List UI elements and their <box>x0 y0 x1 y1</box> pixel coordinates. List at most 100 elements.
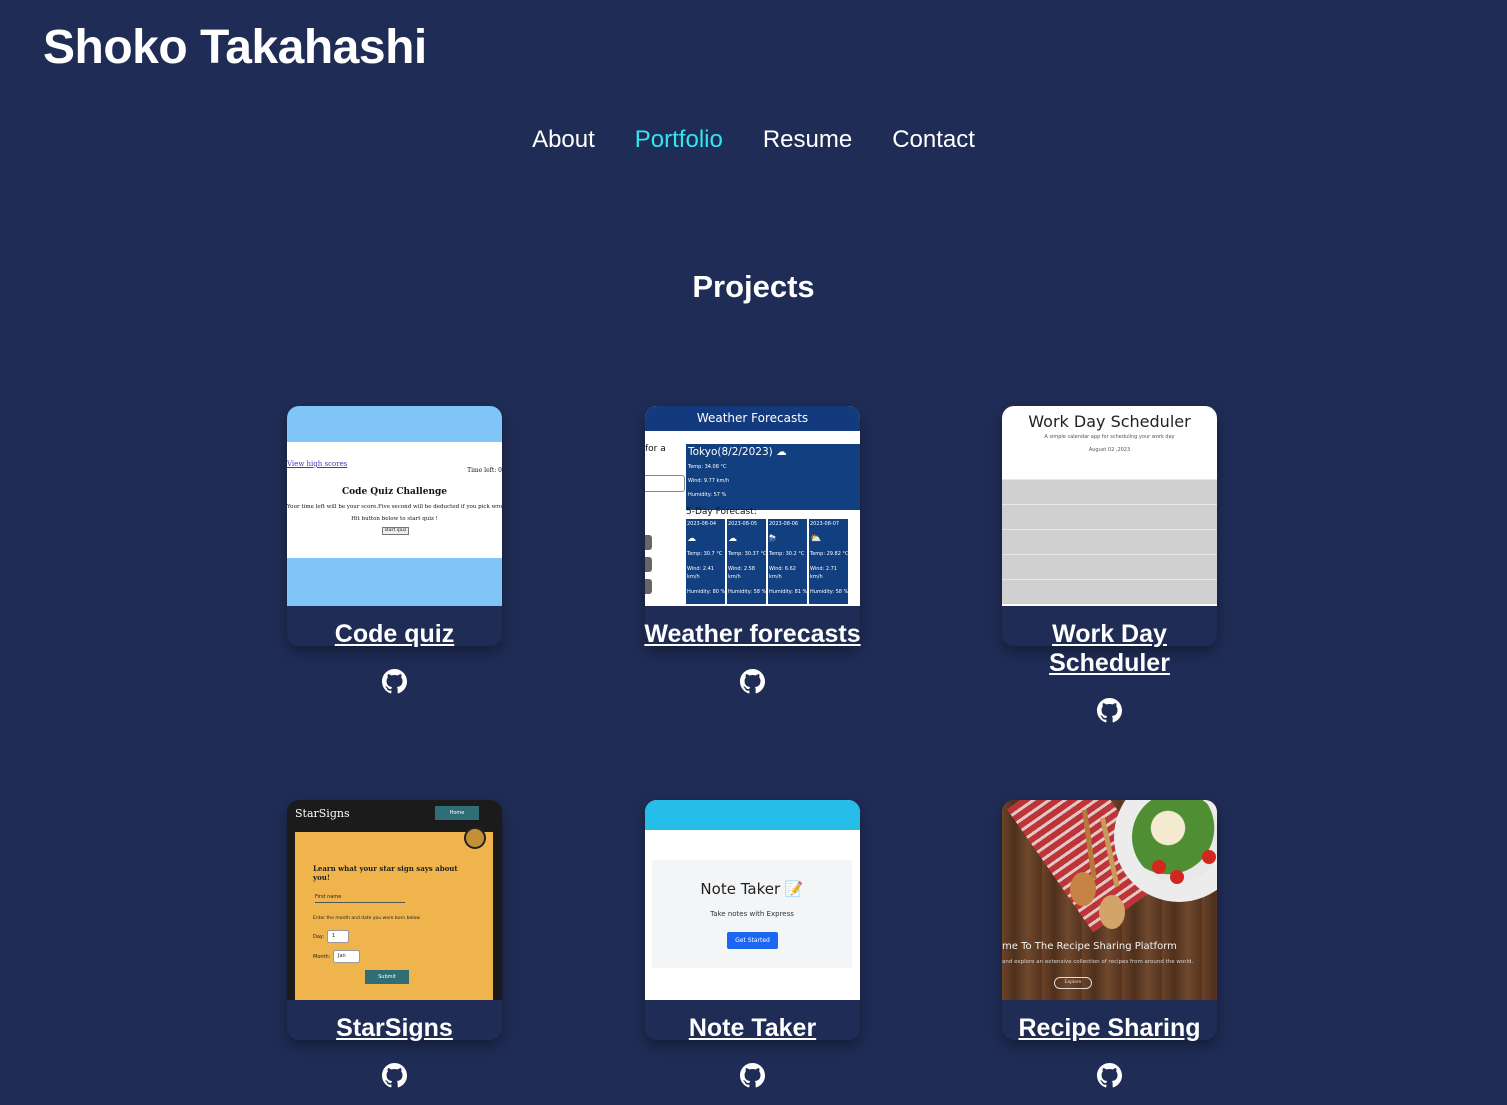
main-nav: About Portfolio Resume Contact <box>0 124 1507 156</box>
card-box: me To The Recipe Sharing Platform and ex… <box>1002 800 1217 1040</box>
forecast-humidity: Humidity: 81 % <box>769 589 808 595</box>
quiz-text: Your time left will be your score.Five s… <box>287 504 502 510</box>
project-title-link[interactable]: Code quiz <box>247 620 542 649</box>
time-block <box>1002 529 1217 554</box>
project-screenshot[interactable]: Weather Forecasts for a Tokyo(8/2/2023) … <box>645 406 860 606</box>
search-input <box>645 475 685 492</box>
project-card: Weather Forecasts for a Tokyo(8/2/2023) … <box>644 406 861 694</box>
time-block <box>1002 554 1217 579</box>
note-jumbotron: Note Taker 📝 Take notes with Express Get… <box>652 860 852 968</box>
tomato <box>1202 850 1216 864</box>
tomato <box>1152 860 1166 874</box>
forecast-unit: km/h <box>810 574 823 580</box>
project-title-link[interactable]: Note Taker <box>605 1014 900 1043</box>
forecast-date: 2023-08-06 <box>769 521 799 527</box>
github-icon[interactable] <box>1097 1063 1122 1088</box>
project-card: View high scores Time left: 0 Code Quiz … <box>287 406 502 694</box>
forecast-day: 2023-08-07 ⛅ Temp: 29.82 °C Wind: 2.71 k… <box>809 519 849 604</box>
nav-about[interactable]: About <box>532 124 595 156</box>
form-question: Learn what your star sign says about you… <box>313 864 458 882</box>
wooden-spoon <box>1099 895 1125 929</box>
note-navbar <box>645 800 860 830</box>
zodiac-badge-icon <box>464 827 486 849</box>
forecast-day: 2023-08-04 ☁ Temp: 30.7 °C Wind: 2.41 km… <box>686 519 725 604</box>
current-weather: Tokyo(8/2/2023) ☁ Temp: 34.08 °C Wind: 9… <box>686 444 860 510</box>
project-screenshot[interactable]: View high scores Time left: 0 Code Quiz … <box>287 406 502 606</box>
project-screenshot[interactable]: Note Taker 📝 Take notes with Express Get… <box>645 800 860 1000</box>
card-box: View high scores Time left: 0 Code Quiz … <box>287 406 502 646</box>
month-select: Jan <box>333 950 360 963</box>
card-box: StarSigns Home Learn what your star sign… <box>287 800 502 1040</box>
forecast-unit: km/h <box>687 574 700 580</box>
project-screenshot[interactable]: me To The Recipe Sharing Platform and ex… <box>1002 800 1217 1000</box>
forecast-wind: Wind: 2.58 <box>728 566 755 572</box>
home-button: Home <box>435 806 479 820</box>
submit-button: Submit <box>365 970 409 984</box>
nav-portfolio[interactable]: Portfolio <box>635 124 723 156</box>
forecast-unit: km/h <box>728 574 741 580</box>
site-title: Shoko Takahashi <box>43 21 427 74</box>
nav-resume[interactable]: Resume <box>763 124 852 156</box>
history-button <box>645 557 652 572</box>
project-title-link[interactable]: StarSigns <box>247 1014 542 1043</box>
recipe-heading: me To The Recipe Sharing Platform <box>1002 941 1177 952</box>
forecast-temp: Temp: 30.37 °C <box>728 551 767 557</box>
day-select: 1 <box>327 930 349 943</box>
forecast-label: 5-Day Forecast: <box>686 507 757 517</box>
forecast-wind: Wind: 2.71 <box>810 566 837 572</box>
history-button <box>645 535 652 550</box>
card-box: Note Taker 📝 Take notes with Express Get… <box>645 800 860 1040</box>
section-title: Projects <box>692 269 815 304</box>
wind-text: Wind: 9.77 km/h <box>688 478 730 484</box>
form-instructions: Enter the month and date you were born b… <box>313 916 420 921</box>
cloud-icon: ☁ <box>728 534 737 544</box>
forecast-temp: Temp: 29.82 °C <box>810 551 849 557</box>
quiz-text: Hit button below to start quiz ! <box>351 516 438 522</box>
rain-cloud-icon: ⛈ <box>769 534 777 544</box>
project-card: me To The Recipe Sharing Platform and ex… <box>1002 800 1217 1088</box>
nav-contact[interactable]: Contact <box>892 124 975 156</box>
forecast-humidity: Humidity: 58 % <box>728 589 767 595</box>
form-panel: Learn what your star sign says about you… <box>295 832 493 1000</box>
scheduler-date: August 02 ,2023 <box>1088 447 1131 453</box>
time-block <box>1002 504 1217 529</box>
forecast-days: 2023-08-04 ☁ Temp: 30.7 °C Wind: 2.41 km… <box>686 519 860 604</box>
forecast-wind: Wind: 2.41 <box>687 566 714 572</box>
project-title-link[interactable]: Weather forecasts <box>605 620 900 649</box>
high-scores-link: View high scores <box>287 460 348 468</box>
project-title-link[interactable]: Work Day Scheduler <box>1002 620 1217 678</box>
forecast-day: 2023-08-05 ☁ Temp: 30.37 °C Wind: 2.58 k… <box>727 519 767 604</box>
project-screenshot[interactable]: StarSigns Home Learn what your star sign… <box>287 800 502 1000</box>
time-block <box>1002 579 1217 604</box>
github-icon[interactable] <box>382 669 407 694</box>
project-title-link[interactable]: Recipe Sharing <box>962 1014 1257 1043</box>
github-icon[interactable] <box>740 669 765 694</box>
starsigns-brand: StarSigns <box>295 807 350 820</box>
forecast-unit: km/h <box>769 574 782 580</box>
project-card: Note Taker 📝 Take notes with Express Get… <box>645 800 860 1088</box>
history-button <box>645 579 652 594</box>
temp-text: Temp: 34.08 °C <box>688 464 727 470</box>
sun-cloud-icon: ⛅ <box>810 534 822 544</box>
project-card: StarSigns Home Learn what your star sign… <box>287 800 502 1088</box>
github-icon[interactable] <box>740 1063 765 1088</box>
scheduler-subtitle: A simple calendar app for scheduling you… <box>1044 434 1175 440</box>
explore-button: Explore <box>1054 977 1092 989</box>
note-subtitle: Take notes with Express <box>710 910 794 918</box>
forecast-date: 2023-08-07 <box>810 521 840 527</box>
github-icon[interactable] <box>382 1063 407 1088</box>
time-block <box>1002 479 1217 504</box>
forecast-temp: Temp: 30.7 °C <box>687 551 723 557</box>
forecast-humidity: Humidity: 80 % <box>687 589 726 595</box>
search-label: for a <box>645 444 666 454</box>
github-icon[interactable] <box>1097 698 1122 723</box>
forecast-date: 2023-08-04 <box>687 521 717 527</box>
forecast-temp: Temp: 30.2 °C <box>769 551 805 557</box>
cloud-icon: ☁ <box>687 534 696 544</box>
start-quiz-button: start quiz <box>382 527 409 535</box>
project-screenshot[interactable]: Work Day Scheduler A simple calendar app… <box>1002 406 1217 606</box>
forecast-wind: Wind: 6.62 <box>769 566 796 572</box>
get-started-button: Get Started <box>727 932 778 949</box>
card-box: Work Day Scheduler A simple calendar app… <box>1002 406 1217 646</box>
quiz-heading: Code Quiz Challenge <box>341 487 448 497</box>
